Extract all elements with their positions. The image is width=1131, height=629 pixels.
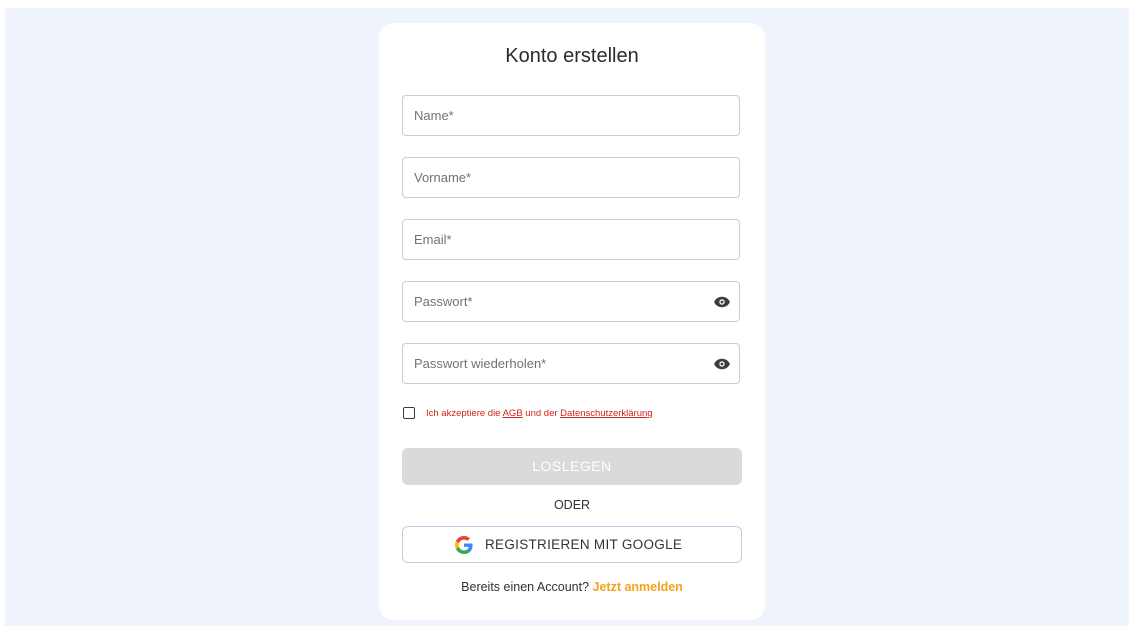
- password-input[interactable]: [403, 282, 739, 321]
- name-input[interactable]: [403, 96, 739, 135]
- eye-icon[interactable]: [713, 293, 731, 311]
- signup-card: Konto erstellen Name* Vorname* Email* Ic…: [379, 23, 765, 620]
- google-icon: [455, 536, 473, 554]
- submit-button[interactable]: LOSLEGEN: [402, 448, 742, 485]
- terms-text: Ich akzeptiere die AGB und der Datenschu…: [426, 408, 653, 419]
- google-signup-button[interactable]: REGISTRIEREN MIT GOOGLE: [402, 526, 742, 563]
- page-background: Konto erstellen Name* Vorname* Email* Ic…: [5, 8, 1129, 626]
- vorname-field[interactable]: [402, 157, 740, 198]
- signin-prompt: Bereits einen Account? Jetzt anmelden: [461, 580, 683, 594]
- vorname-input[interactable]: [403, 158, 739, 197]
- eye-icon[interactable]: [713, 355, 731, 373]
- terms-checkbox[interactable]: [403, 407, 415, 419]
- privacy-policy-link[interactable]: Datenschutzerklärung: [560, 408, 652, 419]
- google-signup-label: REGISTRIEREN MIT GOOGLE: [485, 537, 683, 552]
- or-divider: ODER: [553, 498, 591, 512]
- email-field[interactable]: [402, 219, 740, 260]
- password-field[interactable]: [402, 281, 740, 322]
- signin-link[interactable]: Jetzt anmelden: [593, 580, 683, 594]
- name-field[interactable]: [402, 95, 740, 136]
- terms-consent: Ich akzeptiere die AGB und der Datenschu…: [403, 406, 743, 424]
- password-repeat-field[interactable]: [402, 343, 740, 384]
- password-repeat-input[interactable]: [403, 344, 739, 383]
- agb-link[interactable]: AGB: [503, 408, 523, 419]
- page-title: Konto erstellen: [505, 45, 639, 67]
- email-input[interactable]: [403, 220, 739, 259]
